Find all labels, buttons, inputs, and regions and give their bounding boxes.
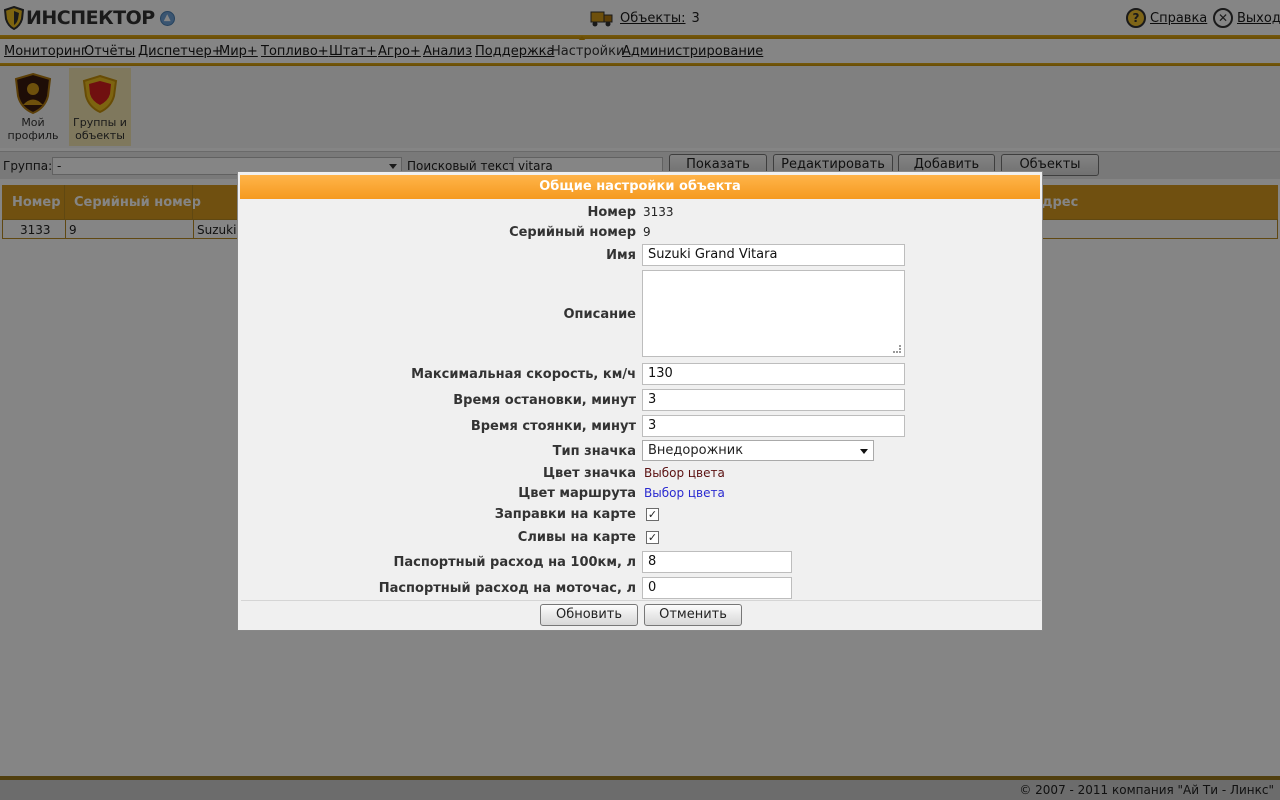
icon-color-label: Цвет значка	[543, 466, 636, 481]
dialog-title: Общие настройки объекта	[240, 175, 1040, 199]
dialog-footer-divider	[241, 600, 1041, 601]
cancel-button[interactable]: Отменить	[644, 604, 742, 626]
icon-type-label: Тип значка	[552, 444, 636, 459]
refuels-checkbox[interactable]: ✓	[646, 508, 659, 521]
max-speed-input[interactable]: 130	[642, 363, 905, 385]
route-color-label: Цвет маршрута	[518, 486, 636, 501]
number-label: Номер	[587, 205, 636, 220]
max-speed-label: Максимальная скорость, км/ч	[411, 367, 636, 382]
resize-grip-icon[interactable]	[893, 345, 901, 353]
fuel-100km-label: Паспортный расход на 100км, л	[393, 555, 636, 570]
number-value: 3133	[643, 205, 674, 219]
drains-checkbox[interactable]: ✓	[646, 531, 659, 544]
refuels-label: Заправки на карте	[494, 507, 636, 522]
serial-label: Серийный номер	[509, 225, 636, 240]
parking-time-label: Время стоянки, минут	[470, 419, 636, 434]
stop-time-label: Время остановки, минут	[453, 393, 636, 408]
description-textarea[interactable]	[642, 270, 905, 357]
icon-type-value: Внедорожник	[648, 443, 744, 458]
description-label: Описание	[563, 307, 636, 322]
serial-value: 9	[643, 225, 651, 239]
chevron-down-icon	[860, 449, 868, 454]
drains-label: Сливы на карте	[517, 530, 636, 545]
name-label: Имя	[606, 248, 636, 263]
object-settings-dialog: Общие настройки объекта Номер 3133 Серий…	[237, 171, 1043, 631]
parking-time-input[interactable]: 3	[642, 415, 905, 437]
fuel-100km-input[interactable]: 8	[642, 551, 792, 573]
name-input[interactable]: Suzuki Grand Vitara	[642, 244, 905, 266]
icon-type-select[interactable]: Внедорожник	[642, 440, 874, 461]
update-button[interactable]: Обновить	[540, 604, 638, 626]
stop-time-input[interactable]: 3	[642, 389, 905, 411]
fuel-motohour-label: Паспортный расход на моточас, л	[378, 581, 636, 596]
icon-color-picker[interactable]: Выбор цвета	[644, 466, 725, 480]
route-color-picker[interactable]: Выбор цвета	[644, 486, 725, 500]
fuel-motohour-input[interactable]: 0	[642, 577, 792, 599]
